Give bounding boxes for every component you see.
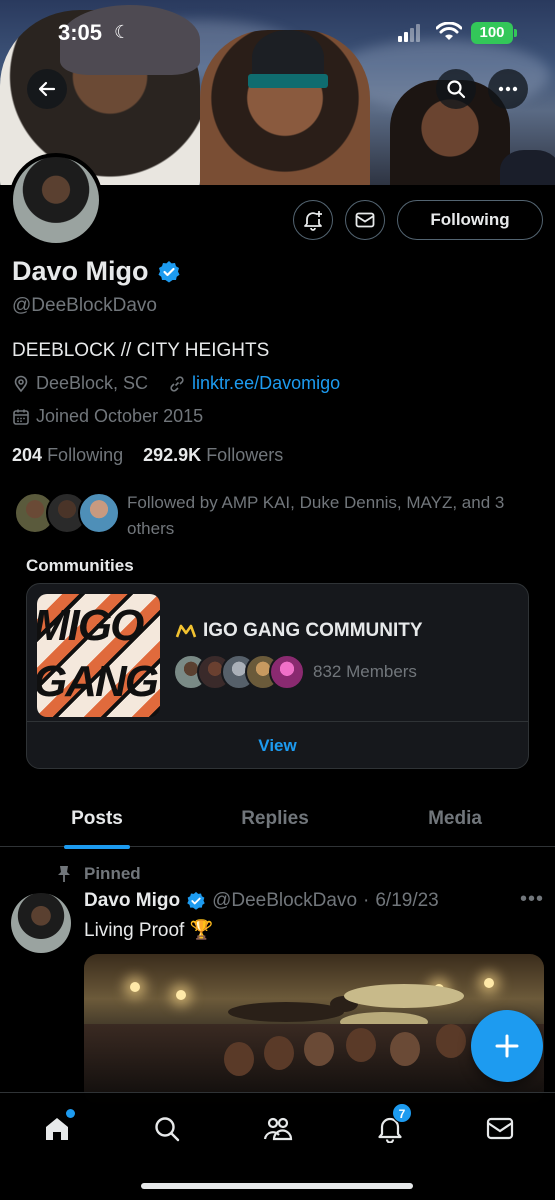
- community-name: IGO GANG COMMUNITY: [203, 620, 423, 641]
- following-button[interactable]: Following: [397, 200, 543, 240]
- community-image: MIGO GANG: [37, 594, 160, 717]
- pinned-label: Pinned: [84, 864, 141, 883]
- search-button[interactable]: [436, 69, 476, 109]
- message-button[interactable]: [345, 200, 385, 240]
- home-indicator: [141, 1183, 413, 1189]
- divider: [27, 721, 528, 722]
- post-author-handle: @DeeBlockDavo: [212, 890, 358, 911]
- plus-icon: [495, 1034, 519, 1058]
- post-separator: ·: [363, 890, 370, 911]
- location-pin-icon: [14, 375, 28, 392]
- messages-icon: [486, 1117, 514, 1140]
- community-member-count: 832 Members: [313, 662, 417, 681]
- profile-name-row: Davo Migo: [12, 256, 181, 287]
- compose-post-button[interactable]: [471, 1010, 543, 1082]
- profile-tabs: Posts Replies Media: [0, 795, 555, 847]
- followed-by-text: Followed by AMP KAI, Duke Dennis, MAYZ, …: [127, 493, 505, 538]
- post-text: Living Proof 🏆: [84, 920, 214, 941]
- envelope-icon: [355, 212, 375, 228]
- more-options-button[interactable]: [488, 69, 528, 109]
- post-more-icon[interactable]: •••: [520, 888, 544, 911]
- cellular-signal-icon: [398, 24, 422, 42]
- profile-location: DeeBlock, SC: [36, 373, 149, 393]
- more-horizontal-icon: [498, 86, 518, 92]
- post-author-name[interactable]: Davo Migo: [84, 890, 180, 912]
- moon-icon: ☾: [114, 22, 131, 42]
- avatar: [78, 492, 120, 534]
- wifi-icon: [436, 22, 462, 40]
- tab-replies[interactable]: Replies: [198, 795, 352, 847]
- profile-meta-location: DeeBlock, SC linktr.ee/Davomigo: [12, 373, 340, 394]
- search-icon: [155, 1117, 180, 1142]
- pin-icon: [58, 866, 70, 882]
- active-tab-indicator: [64, 845, 130, 849]
- followers-stat[interactable]: 292.9K Followers: [143, 445, 283, 465]
- following-stat[interactable]: 204 Following: [12, 445, 123, 465]
- avatar: [269, 654, 305, 690]
- communities-heading: Communities: [26, 556, 134, 575]
- profile-name: Davo Migo: [12, 256, 149, 286]
- post-author-avatar[interactable]: [11, 893, 71, 953]
- post-date[interactable]: 6/19/23: [375, 890, 438, 912]
- search-icon: [447, 80, 466, 99]
- community-card[interactable]: MIGO GANG IGO GANG COMMUNITY 832 Members…: [26, 583, 529, 769]
- post-header: Davo Migo @DeeBlockDavo · 6/19/23: [84, 890, 439, 912]
- banner-person: [500, 150, 555, 185]
- tab-media[interactable]: Media: [378, 795, 532, 847]
- tab-posts[interactable]: Posts: [20, 795, 174, 847]
- battery-indicator: 100: [471, 22, 517, 44]
- pinned-label-row: Pinned: [56, 864, 141, 884]
- bell-plus-icon: [304, 211, 322, 231]
- communities-icon: [263, 1117, 293, 1141]
- nav-notifications[interactable]: 7: [370, 1103, 412, 1149]
- arrow-left-icon: [38, 81, 56, 97]
- nav-search[interactable]: [147, 1109, 187, 1149]
- profile-avatar[interactable]: [9, 153, 103, 247]
- profile-meta-joined: Joined October 2015: [12, 406, 203, 427]
- notifications-toggle-button[interactable]: [293, 200, 333, 240]
- new-content-dot: [66, 1109, 75, 1118]
- nav-messages[interactable]: [480, 1109, 520, 1149]
- community-crown-icon: [175, 624, 197, 638]
- profile-handle: @DeeBlockDavo: [12, 295, 157, 316]
- verified-badge-icon[interactable]: [157, 260, 181, 284]
- status-bar: 3:05 ☾ 100: [0, 0, 555, 66]
- nav-home[interactable]: [37, 1109, 77, 1149]
- profile-joined-date: Joined October 2015: [36, 406, 204, 426]
- verified-badge-icon: [187, 891, 205, 910]
- community-image-text: MIGO GANG: [37, 601, 159, 706]
- status-time: 3:05: [58, 20, 103, 45]
- followed-by-avatars: [14, 492, 120, 536]
- back-button[interactable]: [27, 69, 67, 109]
- home-icon: [46, 1118, 68, 1140]
- community-member-avatars: [173, 654, 305, 690]
- profile-bio: DEEBLOCK // CITY HEIGHTS: [12, 340, 270, 361]
- profile-link[interactable]: linktr.ee/Davomigo: [192, 373, 340, 394]
- calendar-icon: [13, 409, 29, 425]
- notifications-badge: 7: [392, 1103, 412, 1123]
- profile-stats: 204 Following 292.9K Followers: [12, 445, 283, 466]
- view-community-button[interactable]: View: [27, 723, 528, 768]
- nav-communities[interactable]: [258, 1109, 298, 1149]
- link-icon: [170, 375, 184, 392]
